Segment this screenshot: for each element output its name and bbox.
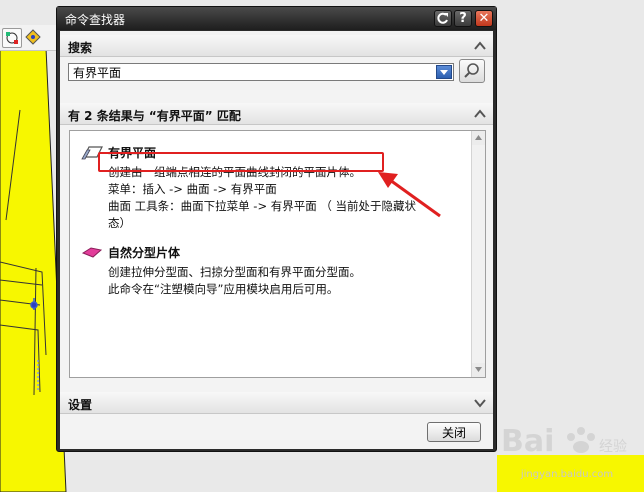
watermark-url: jingyan.baidu.com — [520, 469, 614, 480]
svg-text:经验: 经验 — [599, 439, 627, 455]
baidu-logo-icon: Bai 经验 — [501, 424, 627, 459]
watermark: Bai 经验 jingyan.baidu.com — [497, 415, 637, 485]
svg-text:Bai: Bai — [501, 424, 554, 459]
